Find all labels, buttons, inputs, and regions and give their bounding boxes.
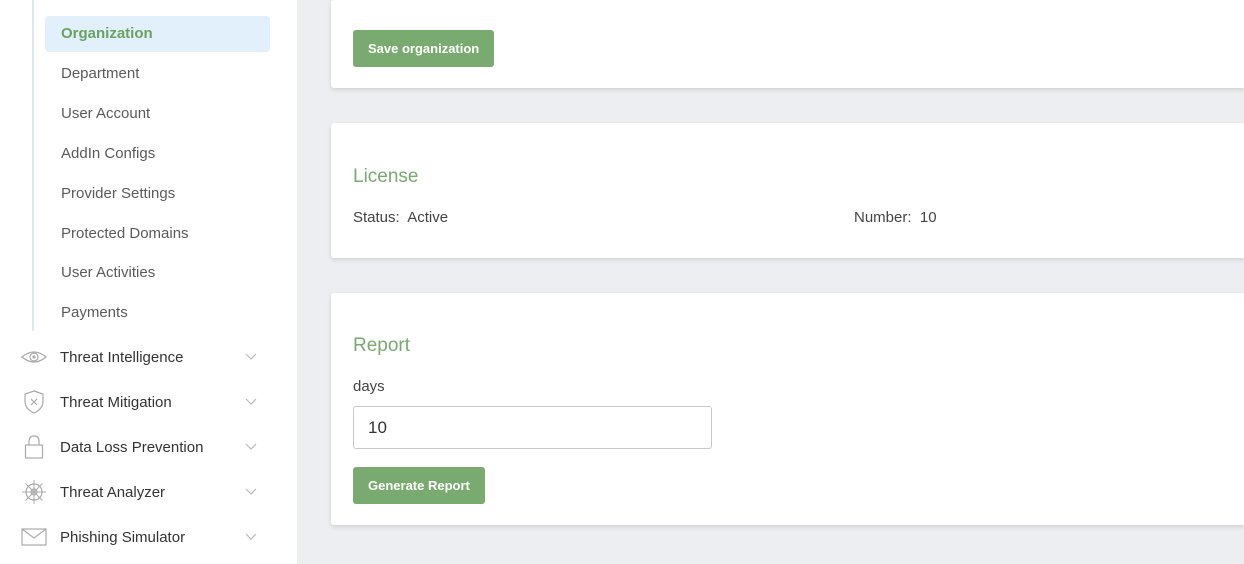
sidebar-item-addin-configs[interactable]: AddIn Configs (45, 136, 270, 172)
nav-group-threat-analyzer[interactable]: Threat Analyzer (0, 472, 297, 512)
ship-wheel-icon (20, 478, 48, 506)
status-value: Active (407, 209, 449, 226)
chevron-down-icon (244, 530, 258, 544)
nav-group-label: Data Loss Prevention (60, 438, 204, 456)
nav-group-label: Threat Mitigation (60, 393, 172, 411)
sidebar-item-protected-domains[interactable]: Protected Domains (45, 216, 270, 252)
organization-card: Save organization (331, 0, 1244, 88)
chevron-down-icon (244, 350, 258, 364)
days-label: days (353, 378, 385, 395)
report-card: Report days Generate Report (331, 293, 1244, 525)
license-title: License (353, 166, 419, 187)
subnav-divider (32, 0, 34, 331)
sidebar-item-user-activities[interactable]: User Activities (45, 255, 270, 291)
license-status: Status: Active (353, 209, 448, 226)
sidebar: Organization Department User Account Add… (0, 0, 297, 564)
report-title: Report (353, 335, 411, 356)
lock-icon (20, 433, 48, 461)
chevron-down-icon (244, 395, 258, 409)
sidebar-item-user-account[interactable]: User Account (45, 96, 270, 132)
sidebar-item-payments[interactable]: Payments (45, 295, 270, 331)
nav-group-data-loss-prevention[interactable]: Data Loss Prevention (0, 427, 297, 467)
nav-group-phishing-simulator[interactable]: Phishing Simulator (0, 517, 297, 557)
status-label: Status: (353, 209, 400, 226)
nav-group-label: Phishing Simulator (60, 528, 186, 546)
sidebar-item-department[interactable]: Department (45, 56, 270, 92)
chevron-down-icon (244, 440, 258, 454)
generate-report-button[interactable]: Generate Report (353, 467, 485, 504)
save-organization-button[interactable]: Save organization (353, 30, 495, 67)
sidebar-item-provider-settings[interactable]: Provider Settings (45, 176, 270, 212)
license-card: License Status: Active Number: 10 (331, 123, 1244, 258)
nav-group-threat-intelligence[interactable]: Threat Intelligence (0, 337, 297, 377)
nav-group-threat-mitigation[interactable]: Threat Mitigation (0, 382, 297, 422)
number-label: Number: (854, 209, 912, 226)
nav-group-label: Threat Intelligence (60, 348, 184, 366)
chevron-down-icon (244, 485, 258, 499)
eye-icon (20, 343, 48, 371)
days-input[interactable] (353, 406, 712, 449)
envelope-icon (20, 523, 48, 551)
sidebar-item-organization[interactable]: Organization (45, 16, 270, 52)
license-number: Number: 10 (854, 209, 937, 226)
number-value: 10 (919, 209, 937, 226)
shield-x-icon (20, 388, 48, 416)
nav-group-label: Threat Analyzer (60, 483, 166, 501)
